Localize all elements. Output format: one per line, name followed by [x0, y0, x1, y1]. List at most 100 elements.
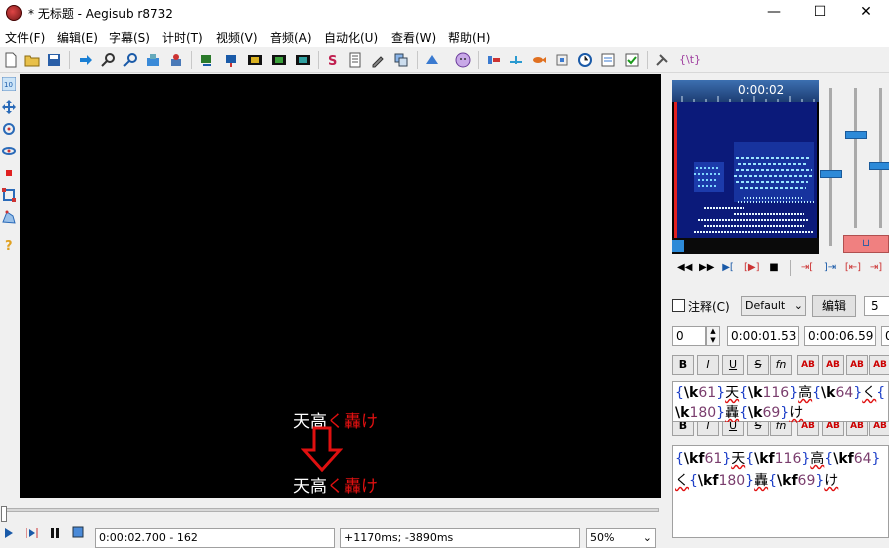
- edit-style-button[interactable]: 编辑: [812, 295, 856, 317]
- audio-next-icon[interactable]: ▶▶: [699, 262, 714, 274]
- outline-color-button[interactable]: AB: [846, 355, 868, 375]
- properties-icon[interactable]: [347, 52, 363, 68]
- menu-subtitle[interactable]: 字幕(S): [109, 29, 150, 46]
- video-frame-icon[interactable]: [247, 52, 263, 68]
- audio-play-selection-icon[interactable]: ▶[: [721, 262, 735, 274]
- seek-thumb[interactable]: [1, 506, 7, 522]
- audio-timeline[interactable]: 0:00:02: [672, 80, 819, 102]
- tools-icon[interactable]: [654, 52, 670, 68]
- jump-arrow-icon[interactable]: [78, 52, 94, 68]
- zoom-select[interactable]: 50% ⌄: [586, 528, 656, 548]
- pause-icon[interactable]: [50, 528, 60, 538]
- style-select[interactable]: Default ⌄: [741, 296, 806, 316]
- clock-icon[interactable]: [577, 52, 593, 68]
- audio-play-before-end-icon[interactable]: [⇤]: [844, 262, 862, 274]
- clip-tool-icon[interactable]: [2, 188, 16, 202]
- strikeout-button[interactable]: S: [747, 355, 769, 375]
- start-time-field[interactable]: 0:00:01.53: [727, 326, 799, 346]
- font-button[interactable]: fn: [770, 355, 792, 375]
- subtitle-text-editor-k[interactable]: {\k61}天{\k116}高{\k64}く{ \k180}轟{\k69}け: [672, 381, 889, 422]
- new-file-icon[interactable]: [3, 52, 19, 68]
- audio-link-toggle[interactable]: ⊔: [843, 235, 889, 253]
- strikeout-button[interactable]: S: [747, 422, 769, 436]
- spell-check-icon[interactable]: [486, 52, 502, 68]
- drag-tool-icon[interactable]: [2, 100, 16, 114]
- audio-play-line-icon[interactable]: [▶]: [744, 262, 760, 274]
- layer-spin[interactable]: ▲ ▼: [706, 326, 720, 346]
- italic-button[interactable]: I: [697, 422, 719, 436]
- comment-checkbox[interactable]: [672, 299, 685, 312]
- spectrogram[interactable]: [674, 102, 817, 238]
- menu-automation[interactable]: 自动化(U): [324, 29, 378, 46]
- video-frame-next-icon[interactable]: [295, 52, 311, 68]
- audio-scrollbar[interactable]: [672, 238, 819, 254]
- audio-vzoom-thumb[interactable]: [869, 162, 889, 170]
- check-icon[interactable]: [624, 52, 640, 68]
- pencil-icon[interactable]: [370, 52, 386, 68]
- audio-zoom-slider-track[interactable]: [829, 88, 832, 246]
- audio-waveform-display[interactable]: 0:00:02: [672, 80, 819, 254]
- vector-clip-icon[interactable]: [2, 210, 16, 224]
- menu-file[interactable]: 文件(F): [5, 29, 45, 46]
- stop-square-icon[interactable]: [554, 52, 570, 68]
- underline-button[interactable]: U: [722, 355, 744, 375]
- video-display[interactable]: 天高く轟け 天高く轟け: [20, 74, 661, 498]
- resample-icon[interactable]: [393, 52, 409, 68]
- play-line-icon[interactable]: [26, 528, 38, 538]
- styles-manager-icon[interactable]: [145, 52, 161, 68]
- primary-color-button[interactable]: AB: [797, 355, 819, 375]
- save-icon[interactable]: [46, 52, 62, 68]
- menu-help[interactable]: 帮助(H): [448, 29, 490, 46]
- audio-prev-icon[interactable]: ◀◀: [677, 262, 692, 274]
- timing-postprocessor-icon[interactable]: [424, 52, 440, 68]
- secondary-color-button[interactable]: AB: [822, 355, 844, 375]
- close-button[interactable]: ✕: [843, 0, 889, 26]
- font-button[interactable]: fn: [770, 422, 792, 436]
- rotate-xy-icon[interactable]: [2, 144, 16, 158]
- menu-audio[interactable]: 音频(A): [270, 29, 312, 46]
- visual-typesetting-icon[interactable]: [508, 52, 524, 68]
- end-time-field[interactable]: 0:00:06.59: [804, 326, 876, 346]
- menu-video[interactable]: 视频(V): [216, 29, 258, 46]
- video-time-field[interactable]: 0:00:02.700 - 162: [95, 528, 335, 548]
- replace-icon[interactable]: [122, 52, 138, 68]
- actor-field[interactable]: 5: [864, 296, 889, 316]
- shadow-color-button[interactable]: AB: [869, 355, 889, 375]
- video-jump-end-icon[interactable]: [223, 52, 239, 68]
- audio-play-after-start-icon[interactable]: ]⇥: [821, 262, 839, 274]
- audio-volume-thumb[interactable]: [845, 131, 867, 139]
- audio-vzoom-slider-track[interactable]: [879, 88, 882, 228]
- options-icon[interactable]: [600, 52, 616, 68]
- attachments-icon[interactable]: [168, 52, 184, 68]
- kanji-timer-icon[interactable]: [455, 52, 471, 68]
- scale-tool-icon[interactable]: [2, 166, 16, 180]
- find-icon[interactable]: [100, 52, 116, 68]
- audio-play-before-icon[interactable]: ⇥[: [798, 262, 816, 274]
- audio-volume-slider-track[interactable]: [854, 88, 857, 228]
- standard-tool-icon[interactable]: 10: [2, 77, 16, 91]
- play-icon[interactable]: [4, 528, 14, 538]
- video-seek-bar[interactable]: [0, 500, 662, 522]
- bold-button[interactable]: B: [672, 355, 694, 375]
- autoscroll-icon[interactable]: [72, 526, 84, 538]
- outline-color-button[interactable]: AB: [846, 422, 868, 436]
- minimize-button[interactable]: —: [751, 0, 797, 26]
- duration-field[interactable]: 0: [881, 326, 889, 346]
- fish-icon[interactable]: [531, 52, 547, 68]
- primary-color-button[interactable]: AB: [797, 422, 819, 436]
- rotate-z-icon[interactable]: [2, 122, 16, 136]
- audio-play-after-icon[interactable]: ⇥]: [867, 262, 885, 274]
- secondary-color-button[interactable]: AB: [822, 422, 844, 436]
- video-frame-prev-icon[interactable]: [271, 52, 287, 68]
- audio-scroll-thumb[interactable]: [672, 240, 684, 252]
- subtitle-text-editor-kf[interactable]: {\kf61}天{\kf116}高{\kf64} く{\kf180}轟{\kf6…: [672, 445, 889, 538]
- audio-stop-icon[interactable]: ■: [767, 262, 781, 274]
- italic-button[interactable]: I: [697, 355, 719, 375]
- layer-field[interactable]: 0: [672, 326, 706, 346]
- underline-button[interactable]: U: [722, 422, 744, 436]
- open-folder-icon[interactable]: [24, 52, 40, 68]
- help-question-icon[interactable]: ?: [2, 238, 16, 252]
- menu-edit[interactable]: 编辑(E): [57, 29, 98, 46]
- menu-view[interactable]: 查看(W): [391, 29, 436, 46]
- video-jump-icon[interactable]: [199, 52, 215, 68]
